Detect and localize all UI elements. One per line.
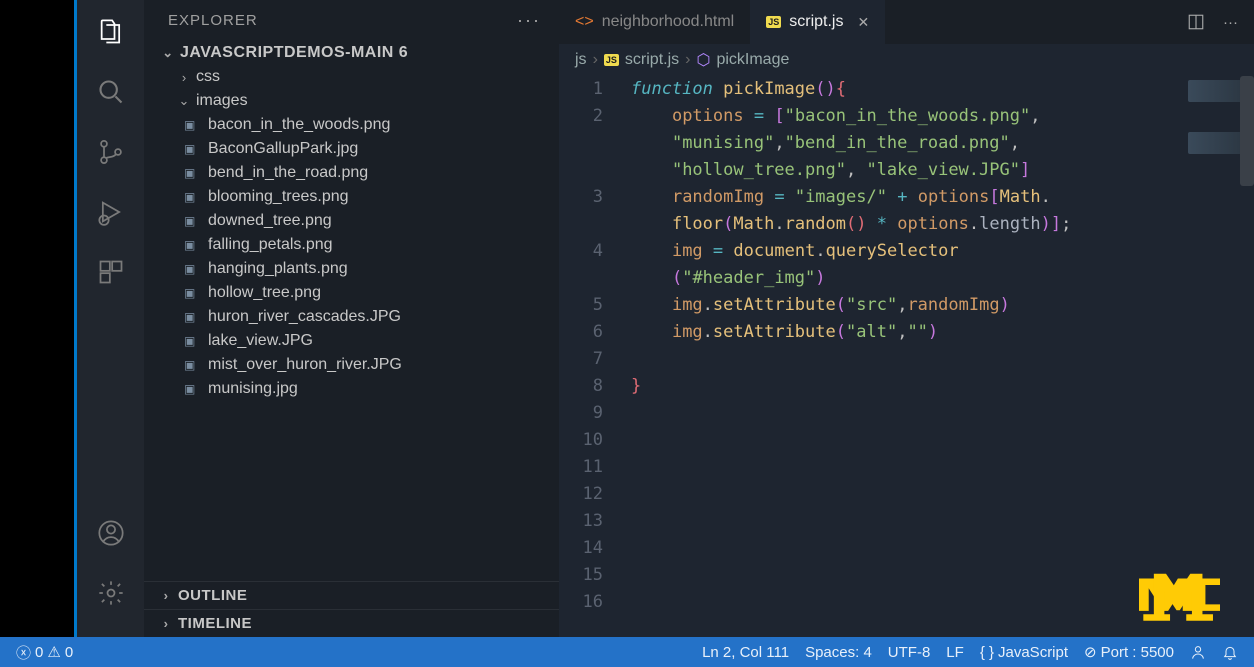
- image-icon: ▣: [184, 382, 200, 396]
- file-item[interactable]: ▣bend_in_the_road.png: [144, 161, 559, 185]
- line-gutter: 1 2 3 4 5 6 7 8 9 10 11 12 13: [559, 76, 615, 637]
- image-icon: ▣: [184, 262, 200, 276]
- editor-area: <> neighborhood.html JS script.js ✕ ··· …: [559, 0, 1254, 637]
- sidebar: EXPLORER ··· ⌄ JAVASCRIPTDEMOS-MAIN 6 › …: [144, 0, 559, 637]
- status-eol[interactable]: LF: [946, 644, 964, 661]
- error-icon: ⓧ: [16, 642, 31, 663]
- image-icon: ▣: [184, 166, 200, 180]
- scrollbar[interactable]: [1240, 76, 1254, 186]
- image-icon: ▣: [184, 214, 200, 228]
- image-icon: ▣: [184, 190, 200, 204]
- account-icon[interactable]: [95, 517, 127, 549]
- outline-section[interactable]: › OUTLINE: [144, 581, 559, 609]
- michigan-logo: [1139, 572, 1229, 627]
- sidebar-title: EXPLORER: [168, 12, 258, 29]
- status-encoding[interactable]: UTF-8: [888, 644, 931, 661]
- file-item[interactable]: ▣BaconGallupPark.jpg: [144, 137, 559, 161]
- left-margin: [0, 0, 74, 637]
- status-spaces[interactable]: Spaces: 4: [805, 644, 872, 661]
- broadcast-icon: ⊘: [1084, 643, 1097, 661]
- image-icon: ▣: [184, 142, 200, 156]
- breadcrumb[interactable]: js › JS script.js › ⬡ pickImage: [559, 44, 1254, 76]
- file-item[interactable]: ▣hanging_plants.png: [144, 257, 559, 281]
- more-icon[interactable]: ···: [517, 10, 541, 31]
- status-position[interactable]: Ln 2, Col 111: [702, 644, 789, 661]
- file-item[interactable]: ▣lake_view.JPG: [144, 329, 559, 353]
- chevron-right-icon: ›: [176, 70, 192, 85]
- more-icon[interactable]: ···: [1223, 14, 1238, 31]
- file-item[interactable]: ▣blooming_trees.png: [144, 185, 559, 209]
- tab-bar: <> neighborhood.html JS script.js ✕ ···: [559, 0, 1254, 44]
- html-icon: <>: [575, 13, 594, 31]
- image-icon: ▣: [184, 358, 200, 372]
- chevron-down-icon: ⌄: [160, 45, 176, 61]
- chevron-right-icon: ›: [158, 616, 174, 631]
- code-content[interactable]: function pickImage(){ options = ["bacon_…: [615, 76, 1254, 637]
- close-icon[interactable]: ✕: [857, 14, 869, 31]
- status-errors[interactable]: ⓧ 0 ⚠ 0: [16, 642, 73, 663]
- status-feedback[interactable]: [1190, 644, 1206, 660]
- file-item[interactable]: ▣huron_river_cascades.JPG: [144, 305, 559, 329]
- timeline-section[interactable]: › TIMELINE: [144, 609, 559, 637]
- folder-images[interactable]: ⌄ images: [144, 89, 559, 113]
- file-item[interactable]: ▣hollow_tree.png: [144, 281, 559, 305]
- extensions-icon[interactable]: [95, 256, 127, 288]
- image-icon: ▣: [184, 238, 200, 252]
- image-icon: ▣: [184, 118, 200, 132]
- chevron-right-icon: ›: [158, 588, 174, 603]
- file-item[interactable]: ▣bacon_in_the_woods.png: [144, 113, 559, 137]
- file-item[interactable]: ▣munising.jpg: [144, 377, 559, 401]
- activity-bar: [74, 0, 144, 637]
- status-language[interactable]: { } JavaScript: [980, 644, 1068, 661]
- folder-css[interactable]: › css: [144, 65, 559, 89]
- explorer-icon[interactable]: [95, 16, 127, 48]
- image-icon: ▣: [184, 310, 200, 324]
- chevron-down-icon: ⌄: [176, 93, 192, 109]
- status-bar: ⓧ 0 ⚠ 0 Ln 2, Col 111 Spaces: 4 UTF-8 LF…: [0, 637, 1254, 667]
- status-bell[interactable]: [1222, 644, 1238, 660]
- file-item[interactable]: ▣downed_tree.png: [144, 209, 559, 233]
- source-control-icon[interactable]: [95, 136, 127, 168]
- code-editor[interactable]: 1 2 3 4 5 6 7 8 9 10 11 12 13: [559, 76, 1254, 637]
- js-icon: JS: [766, 16, 781, 28]
- settings-icon[interactable]: [95, 577, 127, 609]
- image-icon: ▣: [184, 334, 200, 348]
- js-icon: JS: [604, 54, 619, 66]
- search-icon[interactable]: [95, 76, 127, 108]
- sidebar-header: EXPLORER ···: [144, 0, 559, 41]
- braces-icon: { }: [980, 644, 994, 661]
- status-port[interactable]: ⊘ Port : 5500: [1084, 643, 1174, 661]
- image-icon: ▣: [184, 286, 200, 300]
- run-debug-icon[interactable]: [95, 196, 127, 228]
- split-icon[interactable]: [1187, 13, 1205, 31]
- warning-icon: ⚠: [47, 643, 60, 661]
- file-item[interactable]: ▣falling_petals.png: [144, 233, 559, 257]
- tab-neighborhood[interactable]: <> neighborhood.html: [559, 0, 750, 44]
- file-tree: ⌄ JAVASCRIPTDEMOS-MAIN 6 › css ⌄ images …: [144, 41, 559, 581]
- symbol-icon: ⬡: [696, 50, 710, 70]
- file-item[interactable]: ▣mist_over_huron_river.JPG: [144, 353, 559, 377]
- tree-root[interactable]: ⌄ JAVASCRIPTDEMOS-MAIN 6: [144, 41, 559, 65]
- tab-script[interactable]: JS script.js ✕: [750, 0, 885, 44]
